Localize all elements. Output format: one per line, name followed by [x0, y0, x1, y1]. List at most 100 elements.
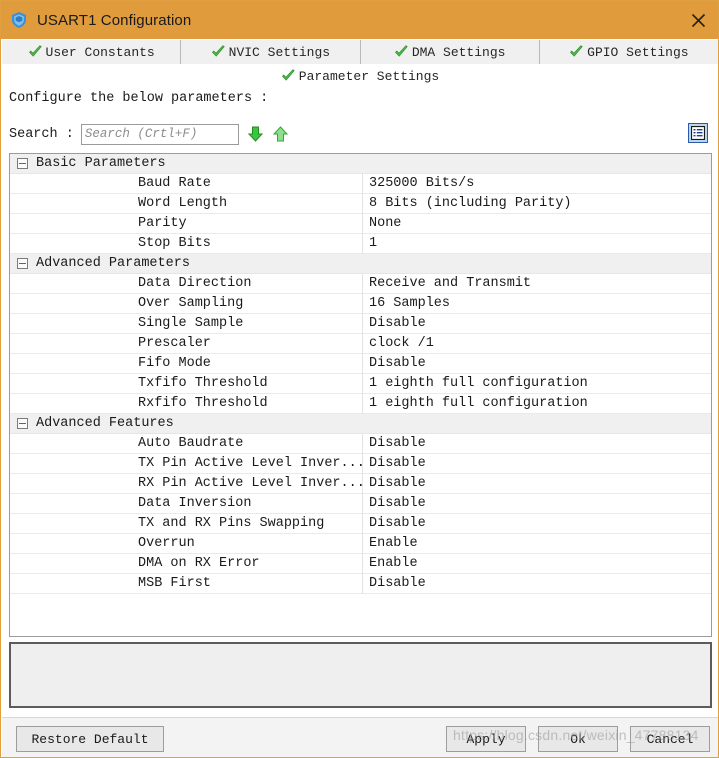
restore-default-button[interactable]: Restore Default [16, 726, 164, 752]
parameter-group-header[interactable]: Basic Parameters [10, 154, 711, 174]
parameter-name: DMA on RX Error [138, 556, 260, 571]
parameter-value[interactable]: Disable [362, 493, 711, 514]
parameter-name: RX Pin Active Level Inver... [138, 476, 362, 491]
check-icon [569, 45, 584, 59]
parameter-group-header[interactable]: Advanced Parameters [10, 254, 711, 274]
parameter-name: Fifo Mode [138, 356, 211, 371]
tab-user-constants[interactable]: User Constants [2, 40, 182, 64]
parameter-name: MSB First [138, 576, 211, 591]
parameter-row[interactable]: Parity None [10, 213, 711, 234]
arrow-up-icon[interactable] [272, 125, 289, 143]
parameter-row[interactable]: Word Length 8 Bits (including Parity) [10, 193, 711, 214]
parameter-name: TX and RX Pins Swapping [138, 516, 325, 531]
tab-row-secondary: Parameter Settings [2, 64, 718, 88]
parameter-name: Single Sample [138, 316, 244, 331]
parameter-value[interactable]: Disable [362, 513, 711, 534]
parameter-name: Data Direction [138, 276, 252, 291]
arrow-down-icon[interactable] [247, 125, 264, 143]
collapse-toggle-icon[interactable] [17, 258, 28, 269]
parameter-value[interactable]: Disable [362, 433, 711, 454]
parameter-value[interactable]: 325000 Bits/s [362, 173, 711, 194]
parameter-value[interactable]: Disable [362, 473, 711, 494]
parameter-value[interactable]: 1 [362, 233, 711, 254]
parameter-row[interactable]: RX Pin Active Level Inver... Disable [10, 473, 711, 494]
parameter-row[interactable]: TX and RX Pins Swapping Disable [10, 513, 711, 534]
parameter-name: Word Length [138, 196, 228, 211]
apply-button[interactable]: Apply [446, 726, 526, 752]
collapse-toggle-icon[interactable] [17, 418, 28, 429]
parameter-name: Parity [138, 216, 187, 231]
check-icon [281, 69, 296, 83]
tab-gpio-settings[interactable]: GPIO Settings [539, 40, 718, 64]
parameter-row[interactable]: Single Sample Disable [10, 313, 711, 334]
parameter-value[interactable]: Enable [362, 533, 711, 554]
parameter-row[interactable]: Overrun Enable [10, 533, 711, 554]
parameter-row[interactable]: Data Inversion Disable [10, 493, 711, 514]
parameter-value[interactable]: Receive and Transmit [362, 273, 711, 294]
tab-label: DMA Settings [411, 44, 506, 60]
parameter-row[interactable]: Fifo Mode Disable [10, 353, 711, 374]
parameter-row[interactable]: Rxfifo Threshold 1 eighth full configurat… [10, 393, 711, 414]
search-row: Search : [9, 123, 289, 145]
parameter-group-header[interactable]: Advanced Features [10, 414, 711, 434]
parameter-row[interactable]: TX Pin Active Level Inver... Disable [10, 453, 711, 474]
parameter-group-title: Basic Parameters [36, 156, 166, 171]
parameter-group-title: Advanced Parameters [36, 256, 190, 271]
parameter-row[interactable]: Data Direction Receive and Transmit [10, 273, 711, 294]
parameter-row[interactable]: DMA on RX Error Enable [10, 553, 711, 574]
parameter-row[interactable]: Baud Rate 325000 Bits/s [10, 173, 711, 194]
cancel-button[interactable]: Cancel [630, 726, 710, 752]
check-icon [28, 45, 43, 59]
ok-button[interactable]: Ok [538, 726, 618, 752]
parameter-name: Data Inversion [138, 496, 252, 511]
parameter-list-body: Basic Parameters Baud Rate 325000 Bits/s Wo… [10, 154, 711, 594]
parameter-value[interactable]: clock /1 [362, 333, 711, 354]
parameter-row[interactable]: Prescaler clock /1 [10, 333, 711, 354]
parameter-list[interactable]: Basic Parameters Baud Rate 325000 Bits/s Wo… [9, 153, 712, 637]
parameter-value[interactable]: Disable [362, 453, 711, 474]
parameter-row[interactable]: Stop Bits 1 [10, 233, 711, 254]
search-input[interactable] [80, 123, 239, 145]
check-icon [394, 45, 409, 59]
tab-label: User Constants [45, 44, 155, 60]
search-label: Search : [9, 126, 74, 142]
tab-dma-settings[interactable]: DMA Settings [360, 40, 540, 64]
title-bar: USART1 Configuration [1, 1, 718, 39]
parameter-name: Stop Bits [138, 236, 211, 251]
parameter-name: Over Sampling [138, 296, 244, 311]
parameter-value[interactable]: Disable [362, 353, 711, 374]
collapse-toggle-icon[interactable] [17, 158, 28, 169]
parameter-name: Rxfifo Threshold [138, 396, 268, 411]
tab-nvic-settings[interactable]: NVIC Settings [181, 40, 361, 64]
parameter-value[interactable]: 1 eighth full configuration [362, 373, 711, 394]
tab-label: Parameter Settings [298, 68, 440, 84]
instruction-text: Configure the below parameters : [9, 91, 269, 106]
parameter-name: TX Pin Active Level Inver... [138, 456, 362, 471]
parameter-name: Prescaler [138, 336, 211, 351]
parameter-value[interactable]: Disable [362, 313, 711, 334]
tab-label: NVIC Settings [228, 44, 331, 60]
parameter-value[interactable]: Enable [362, 553, 711, 574]
parameter-value[interactable]: None [362, 213, 711, 234]
parameter-row[interactable]: Txfifo Threshold 1 eighth full configurat… [10, 373, 711, 394]
parameter-row[interactable]: Auto Baudrate Disable [10, 433, 711, 454]
check-icon [211, 45, 226, 59]
shield-icon [10, 11, 28, 29]
parameter-value[interactable]: 1 eighth full configuration [362, 393, 711, 414]
parameter-name: Txfifo Threshold [138, 376, 268, 391]
parameter-value[interactable]: 8 Bits (including Parity) [362, 193, 711, 214]
usart-configuration-window: USART1 Configuration User Constants NVIC… [0, 0, 719, 758]
window-title: USART1 Configuration [37, 11, 192, 29]
list-view-icon[interactable] [688, 123, 708, 143]
parameter-value[interactable]: Disable [362, 573, 711, 594]
tab-parameter-settings[interactable]: Parameter Settings [2, 64, 718, 88]
description-panel [9, 642, 712, 708]
parameter-value[interactable]: 16 Samples [362, 293, 711, 314]
parameter-row[interactable]: MSB First Disable [10, 573, 711, 594]
tab-strip: User Constants NVIC Settings DMA Setting… [2, 40, 718, 88]
button-bar: Restore Default Apply Ok Cancel [2, 717, 718, 757]
parameter-name: Baud Rate [138, 176, 211, 191]
parameter-row[interactable]: Over Sampling 16 Samples [10, 293, 711, 314]
parameter-name: Auto Baudrate [138, 436, 244, 451]
close-icon[interactable] [686, 9, 710, 31]
